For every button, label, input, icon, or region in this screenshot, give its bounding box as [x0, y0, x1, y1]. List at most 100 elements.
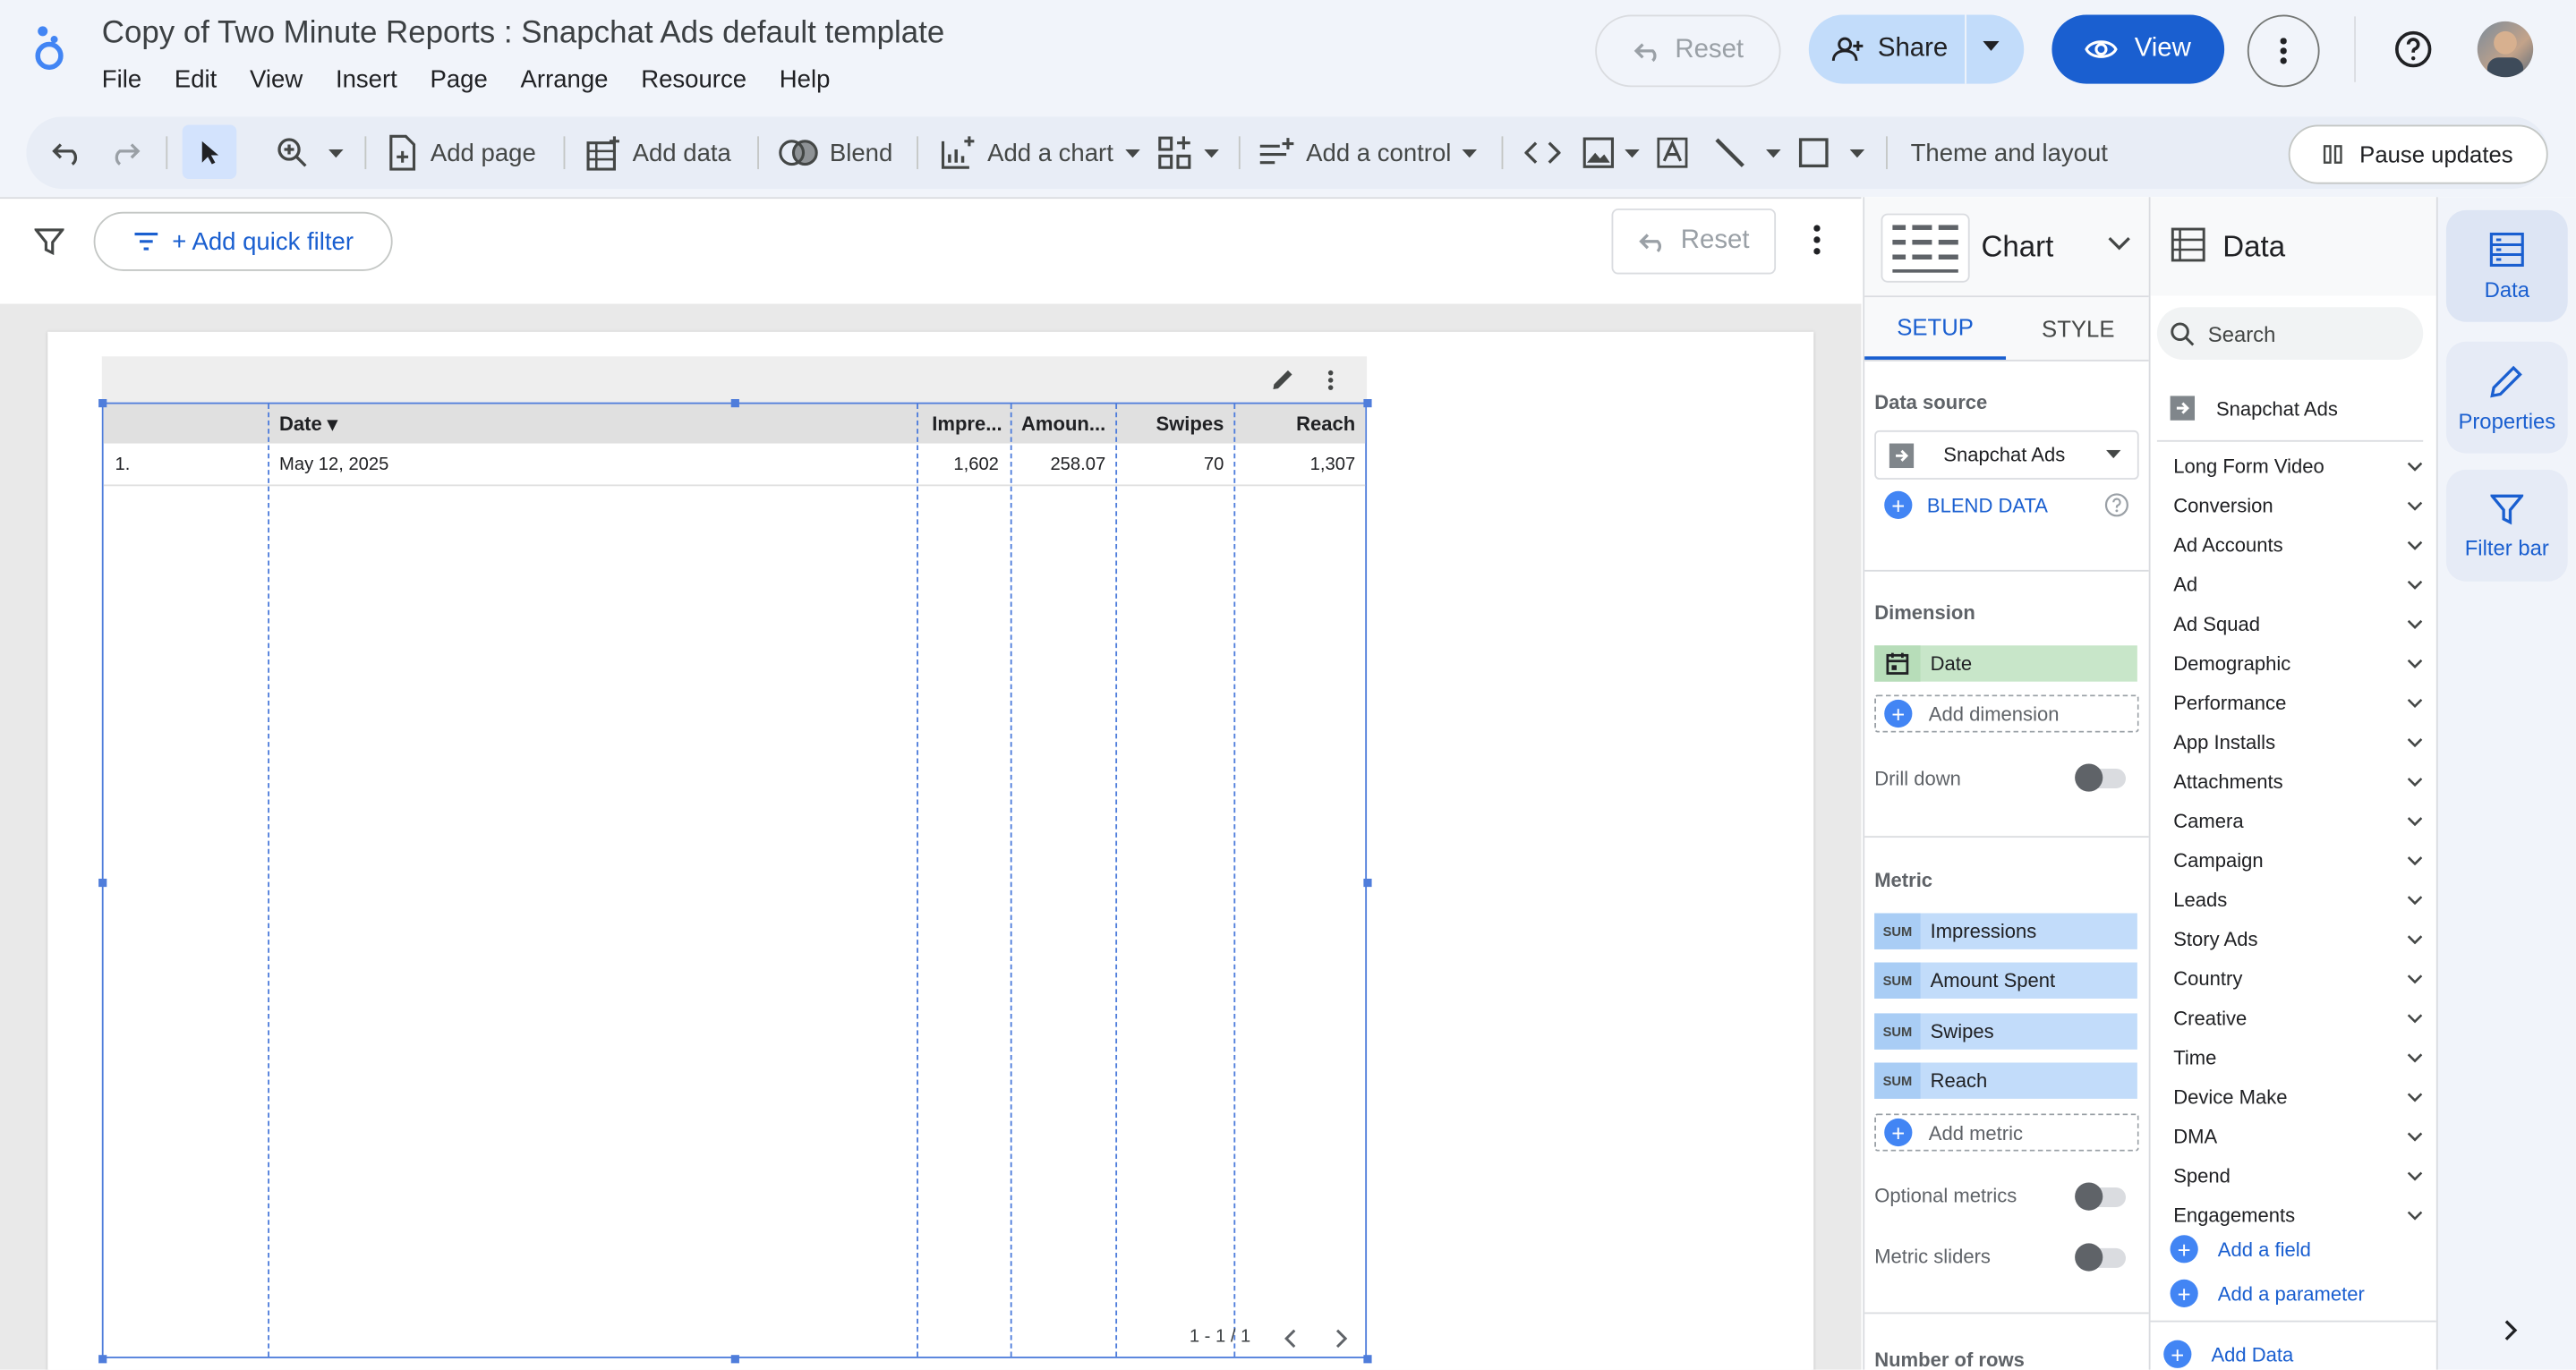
menu-view[interactable]: View	[250, 65, 303, 93]
metric-chip-amount-spent[interactable]: SUM Amount Spent	[1874, 962, 2137, 999]
rail-data-button[interactable]: Data	[2445, 209, 2568, 322]
field-group-item[interactable]: Camera	[2173, 802, 2423, 841]
data-source-select[interactable]: Snapchat Ads	[1874, 430, 2139, 480]
resize-handle[interactable]	[98, 878, 107, 888]
metric-sliders-toggle[interactable]	[2075, 1243, 2127, 1272]
resize-handle[interactable]	[98, 1355, 107, 1364]
blend-button[interactable]: Blend	[779, 116, 892, 189]
prev-page-icon[interactable]	[1283, 1329, 1296, 1349]
redo-icon[interactable]	[108, 116, 141, 189]
text-box-icon[interactable]	[1656, 116, 1689, 189]
optional-metrics-toggle[interactable]	[2075, 1182, 2127, 1211]
menu-edit[interactable]: Edit	[175, 65, 217, 93]
menu-file[interactable]: File	[102, 65, 141, 93]
help-icon[interactable]	[2104, 493, 2129, 518]
add-field-link[interactable]: + Add a field	[2170, 1235, 2311, 1264]
field-group-item[interactable]: Demographic	[2173, 643, 2423, 683]
field-group-item[interactable]: Ad	[2173, 565, 2423, 604]
add-control-button[interactable]: Add a control	[1258, 116, 1478, 189]
table-more-icon[interactable]	[1327, 370, 1334, 391]
add-quick-filter-button[interactable]: + Add quick filter	[93, 211, 393, 271]
select-cursor-icon[interactable]	[182, 124, 237, 180]
field-group-item[interactable]: Conversion	[2173, 486, 2423, 525]
data-source-item[interactable]: Snapchat Ads	[2170, 396, 2338, 421]
column-header-swipes[interactable]: Swipes	[1117, 404, 1224, 444]
theme-layout-button[interactable]: Theme and layout	[1911, 116, 2108, 189]
help-icon[interactable]	[2393, 30, 2433, 69]
undo-icon[interactable]	[51, 116, 84, 189]
add-data-link[interactable]: + Add Data	[2163, 1340, 2293, 1368]
pause-updates-button[interactable]: Pause updates	[2288, 124, 2548, 184]
rail-filter-bar-button[interactable]: Filter bar	[2445, 469, 2568, 582]
resize-handle[interactable]	[1363, 1355, 1372, 1364]
menu-arrange[interactable]: Arrange	[521, 65, 609, 93]
field-group-item[interactable]: Leads	[2173, 881, 2423, 920]
field-group-item[interactable]: DMA	[2173, 1117, 2423, 1156]
menu-page[interactable]: Page	[431, 65, 488, 93]
more-options-icon[interactable]	[2247, 14, 2320, 88]
field-group-item[interactable]: Performance	[2173, 684, 2423, 723]
edit-pencil-icon[interactable]	[1272, 368, 1295, 391]
add-chart-button[interactable]: Add a chart	[940, 116, 1140, 189]
field-group-item[interactable]: Ad Squad	[2173, 604, 2423, 643]
metric-chip-impressions[interactable]: SUM Impressions	[1874, 913, 2137, 949]
field-group-item[interactable]: Engagements	[2173, 1196, 2423, 1235]
field-group-item[interactable]: Story Ads	[2173, 920, 2423, 959]
avatar[interactable]	[2477, 21, 2534, 78]
next-page-icon[interactable]	[1335, 1329, 1349, 1349]
filter-reset-button[interactable]: Reset	[1611, 208, 1777, 275]
field-search-input[interactable]: Search	[2156, 307, 2424, 360]
dimension-chip-date[interactable]: Date	[1874, 645, 2137, 682]
menu-resource[interactable]: Resource	[641, 65, 746, 93]
more-options-icon[interactable]	[1813, 225, 1821, 255]
resize-handle[interactable]	[1363, 878, 1372, 888]
tab-style[interactable]: STYLE	[2006, 297, 2151, 360]
metric-chip-swipes[interactable]: SUM Swipes	[1874, 1013, 2137, 1050]
resize-handle[interactable]	[98, 399, 107, 408]
looker-studio-logo-icon[interactable]	[30, 23, 69, 72]
resize-handle[interactable]	[1363, 399, 1372, 408]
view-button[interactable]: View	[2051, 14, 2225, 84]
column-header-reach[interactable]: Reach	[1235, 404, 1355, 444]
add-dimension-button[interactable]: + Add dimension	[1874, 694, 2139, 733]
field-group-item[interactable]: Long Form Video	[2173, 447, 2423, 486]
field-group-item[interactable]: Ad Accounts	[2173, 525, 2423, 565]
report-title[interactable]: Copy of Two Minute Reports : Snapchat Ad…	[102, 16, 944, 52]
column-header-date[interactable]: Date ▾	[279, 404, 337, 444]
embed-code-icon[interactable]	[1524, 116, 1561, 189]
field-group-item[interactable]: Spend	[2173, 1156, 2423, 1196]
menu-help[interactable]: Help	[780, 65, 831, 93]
share-button[interactable]: Share	[1808, 14, 2025, 84]
filter-icon[interactable]	[34, 226, 64, 256]
field-group-item[interactable]: Device Make	[2173, 1077, 2423, 1117]
blend-data-link[interactable]: + BLEND DATA	[1884, 490, 2048, 519]
add-parameter-link[interactable]: + Add a parameter	[2170, 1279, 2365, 1307]
zoom-menu[interactable]	[276, 116, 344, 189]
field-group-item[interactable]: Campaign	[2173, 841, 2423, 881]
field-group-item[interactable]: App Installs	[2173, 723, 2423, 762]
insert-image-menu[interactable]	[1582, 116, 1640, 189]
share-dropdown-icon[interactable]	[1983, 40, 2000, 51]
field-group-item[interactable]: Attachments	[2173, 762, 2423, 802]
field-group-item[interactable]: Country	[2173, 959, 2423, 999]
chevron-down-icon[interactable]	[2108, 236, 2131, 251]
field-group-item[interactable]: Creative	[2173, 999, 2423, 1038]
reset-button[interactable]: Reset	[1595, 14, 1781, 88]
community-viz-menu[interactable]	[1156, 116, 1219, 189]
menu-insert[interactable]: Insert	[336, 65, 397, 93]
column-header-impressions[interactable]: Impre...	[920, 404, 1002, 444]
shape-menu[interactable]	[1797, 116, 1865, 189]
drill-down-toggle[interactable]	[2075, 763, 2127, 792]
rail-properties-button[interactable]: Properties	[2445, 341, 2568, 454]
add-data-button[interactable]: Add data	[584, 116, 731, 189]
chevron-right-icon[interactable]	[2503, 1319, 2519, 1342]
add-metric-button[interactable]: + Add metric	[1874, 1113, 2139, 1152]
table-chart-icon[interactable]	[1881, 213, 1970, 283]
resize-handle[interactable]	[730, 399, 739, 408]
metric-chip-reach[interactable]: SUM Reach	[1874, 1062, 2137, 1099]
line-menu[interactable]	[1713, 116, 1781, 189]
tab-setup[interactable]: SETUP	[1864, 297, 2007, 360]
column-header-amount[interactable]: Amoun...	[1012, 404, 1105, 444]
resize-handle[interactable]	[730, 1355, 739, 1364]
field-group-item[interactable]: Time	[2173, 1038, 2423, 1077]
